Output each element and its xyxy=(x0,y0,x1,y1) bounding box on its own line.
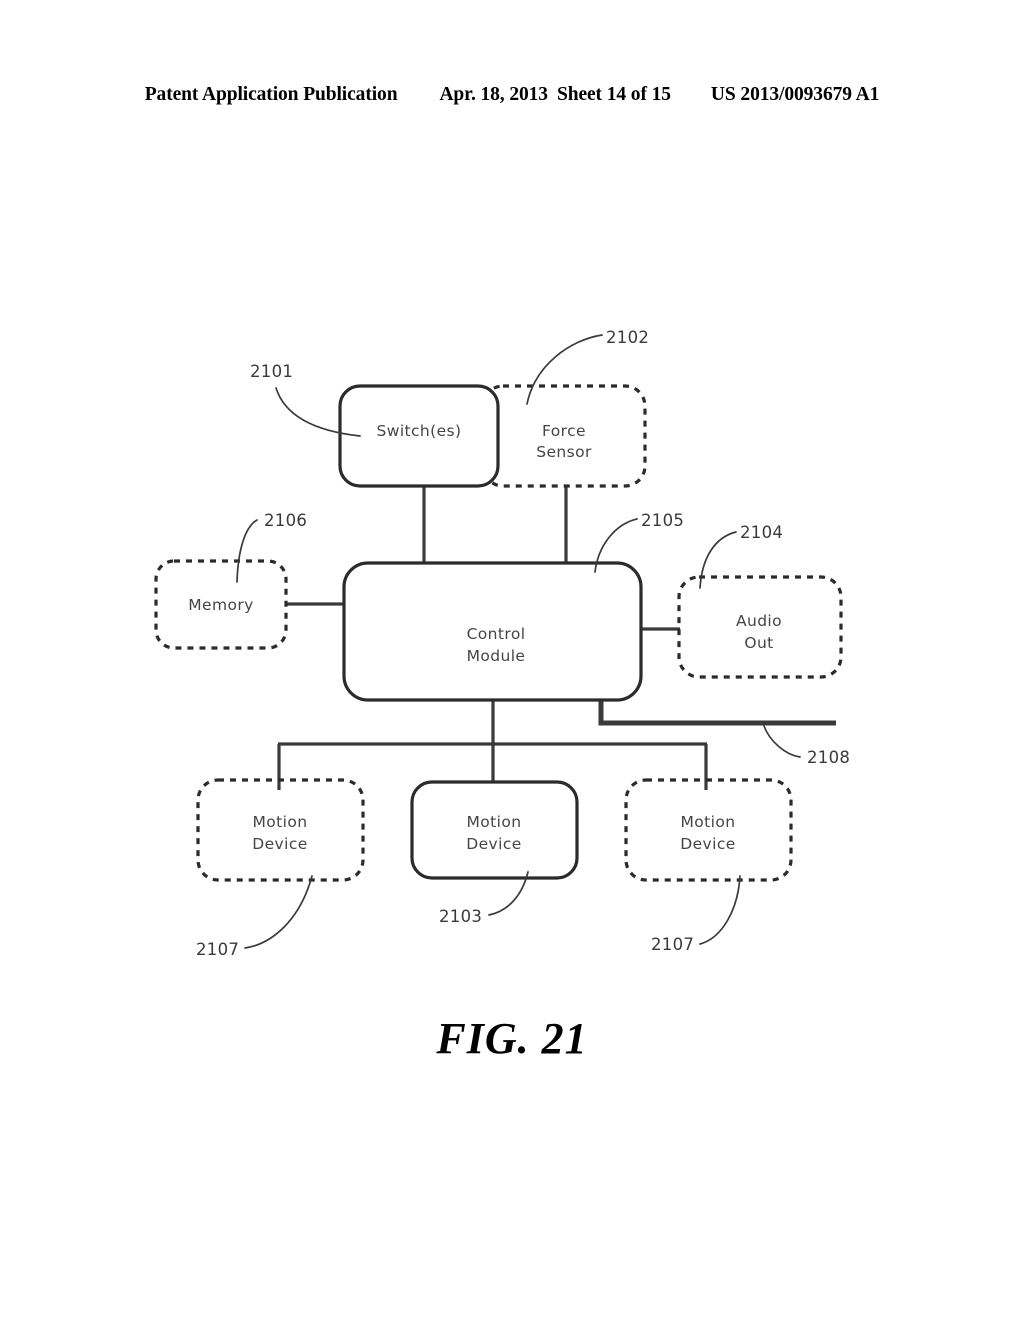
motion-device-left-box[interactable]: Motion Device xyxy=(196,778,365,882)
memory-label: Memory xyxy=(188,596,253,614)
memory-box[interactable]: Memory xyxy=(154,559,288,650)
ref-2102: 2102 xyxy=(526,328,649,405)
ref-2101-label: 2101 xyxy=(250,362,293,381)
ref-2106: 2106 xyxy=(236,511,307,583)
audio-out-label-line2: Out xyxy=(744,634,773,652)
ref-2107-left-leader xyxy=(244,875,313,949)
force-sensor-label-line1: Force xyxy=(542,422,586,440)
motion-device-center-label-line1: Motion xyxy=(467,813,522,831)
ref-2106-leader xyxy=(236,519,258,583)
figure-21-diagram: Force Sensor Switch(es) Memory Control M… xyxy=(154,328,850,959)
ref-2104-label: 2104 xyxy=(740,523,783,542)
force-sensor-box[interactable]: Force Sensor xyxy=(481,384,647,488)
ref-2107-left-label: 2107 xyxy=(196,940,239,959)
ref-2103-label: 2103 xyxy=(439,907,482,926)
control-module-label-line2: Module xyxy=(467,647,526,665)
audio-out-box[interactable]: Audio Out xyxy=(677,575,843,679)
ref-2106-label: 2106 xyxy=(264,511,307,530)
motion-device-left-label-line1: Motion xyxy=(253,813,308,831)
motion-device-center-box[interactable]: Motion Device xyxy=(410,780,579,880)
motion-device-center-label-line2: Device xyxy=(466,835,521,853)
control-module-label-line1: Control xyxy=(467,625,526,643)
ref-2108-leader xyxy=(763,725,801,758)
bus-2108-line xyxy=(598,700,836,726)
force-sensor-label-line2: Sensor xyxy=(536,443,592,461)
control-module-box[interactable]: Control Module xyxy=(342,561,643,702)
ref-2104-leader xyxy=(699,531,737,589)
switches-box[interactable]: Switch(es) xyxy=(338,384,500,488)
audio-out-label-line1: Audio xyxy=(736,612,782,630)
ref-2105-label: 2105 xyxy=(641,511,684,530)
switches-label: Switch(es) xyxy=(377,422,462,440)
motion-device-right-box[interactable]: Motion Device xyxy=(624,778,793,882)
figure-caption: FIG. 21 xyxy=(436,1014,588,1063)
ref-2107-right-label: 2107 xyxy=(651,935,694,954)
motion-device-right-label-line1: Motion xyxy=(681,813,736,831)
ref-2103: 2103 xyxy=(439,871,529,926)
ref-2102-leader xyxy=(526,334,603,405)
ref-2102-label: 2102 xyxy=(606,328,649,347)
ref-2107-right: 2107 xyxy=(651,875,741,954)
ref-2107-left: 2107 xyxy=(196,875,313,959)
motion-device-right-label-line2: Device xyxy=(680,835,735,853)
ref-2107-right-leader xyxy=(699,875,741,945)
motion-device-left-label-line2: Device xyxy=(252,835,307,853)
ref-2108: 2108 xyxy=(763,725,850,767)
ref-2108-label: 2108 xyxy=(807,748,850,767)
